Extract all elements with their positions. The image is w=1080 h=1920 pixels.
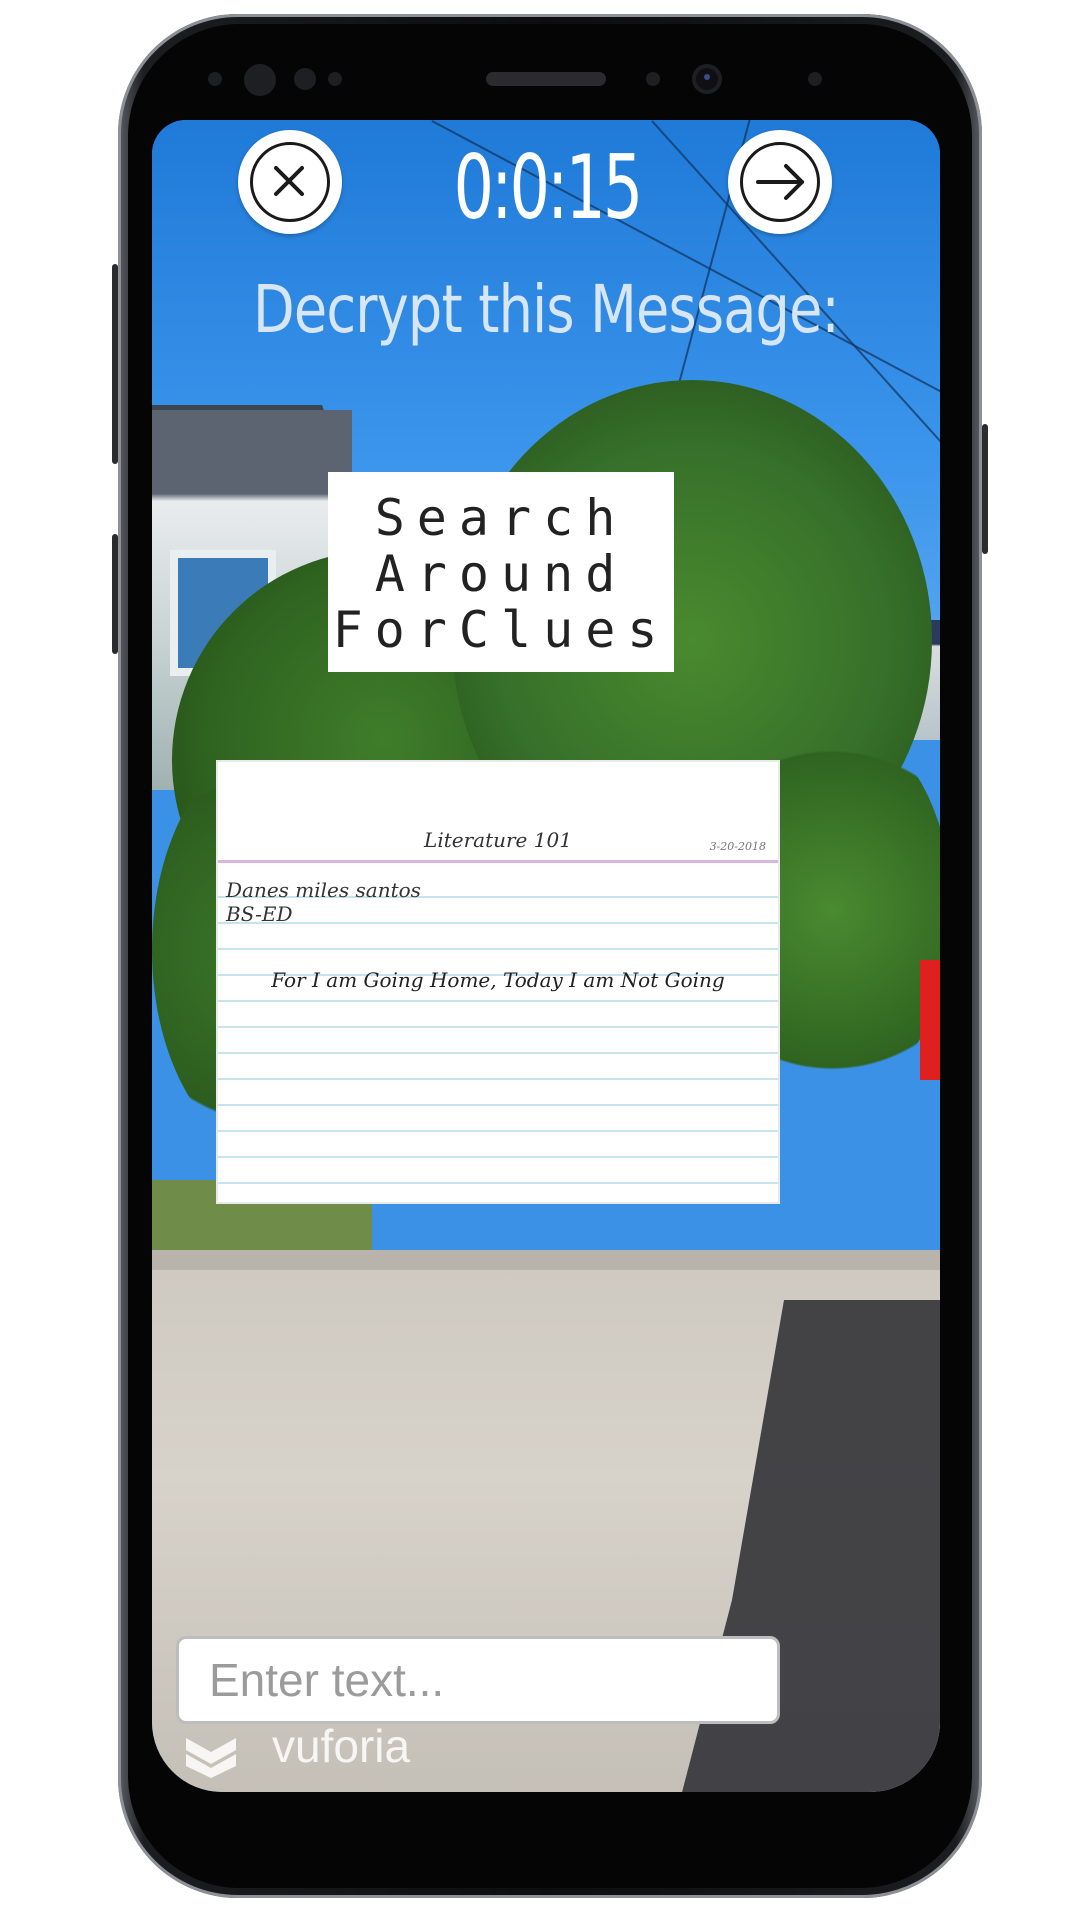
- answer-input[interactable]: [176, 1636, 780, 1724]
- front-camera: [696, 68, 718, 90]
- bixby-button: [112, 534, 118, 654]
- card-rule: [218, 1182, 778, 1184]
- card-rule: [218, 1000, 778, 1002]
- card-rule: [218, 1052, 778, 1054]
- cipher-card: Search Around ForClues: [328, 472, 674, 672]
- card-rule: [218, 1156, 778, 1158]
- student-name: Danes miles santos: [226, 878, 421, 902]
- sensor: [808, 72, 822, 86]
- sensor: [328, 72, 342, 86]
- encrypted-message: For I am Going Home, Today I am Not Goin…: [271, 968, 725, 992]
- next-button[interactable]: [728, 130, 832, 234]
- close-x-icon: [274, 166, 304, 196]
- sensor: [646, 72, 660, 86]
- card-rule: [218, 1026, 778, 1028]
- card-rule: [218, 1104, 778, 1106]
- card-header-rule: [218, 860, 778, 863]
- card-rule: [218, 948, 778, 950]
- card-rule: [218, 922, 778, 924]
- watermark-text: vuforia: [272, 1720, 411, 1772]
- volume-button: [112, 264, 118, 464]
- vuforia-logo-icon: [186, 1738, 236, 1778]
- sensor: [244, 64, 276, 96]
- app-screen: 0:0:15 Decrypt this Message: Search Arou…: [152, 120, 940, 1792]
- cipher-line: Search: [374, 489, 628, 547]
- card-title: Literature 101: [424, 828, 572, 852]
- red-fence: [920, 960, 940, 1080]
- earpiece-speaker: [486, 72, 606, 86]
- card-rule: [218, 1078, 778, 1080]
- countdown-timer: 0:0:15: [453, 136, 644, 239]
- arrow-right-icon: [756, 164, 804, 200]
- instruction-heading: Decrypt this Message:: [253, 271, 840, 348]
- power-button: [982, 424, 988, 554]
- sensor: [294, 68, 316, 90]
- sensor: [208, 72, 222, 86]
- card-date: 3-20-2018: [709, 840, 766, 853]
- close-button[interactable]: [238, 130, 342, 234]
- cipher-line: ForClues: [332, 601, 670, 659]
- student-course: BS-ED: [226, 902, 293, 926]
- index-card: Literature 101 3-20-2018 Danes miles san…: [216, 760, 780, 1204]
- cipher-line: Around: [374, 545, 628, 603]
- card-rule: [218, 1130, 778, 1132]
